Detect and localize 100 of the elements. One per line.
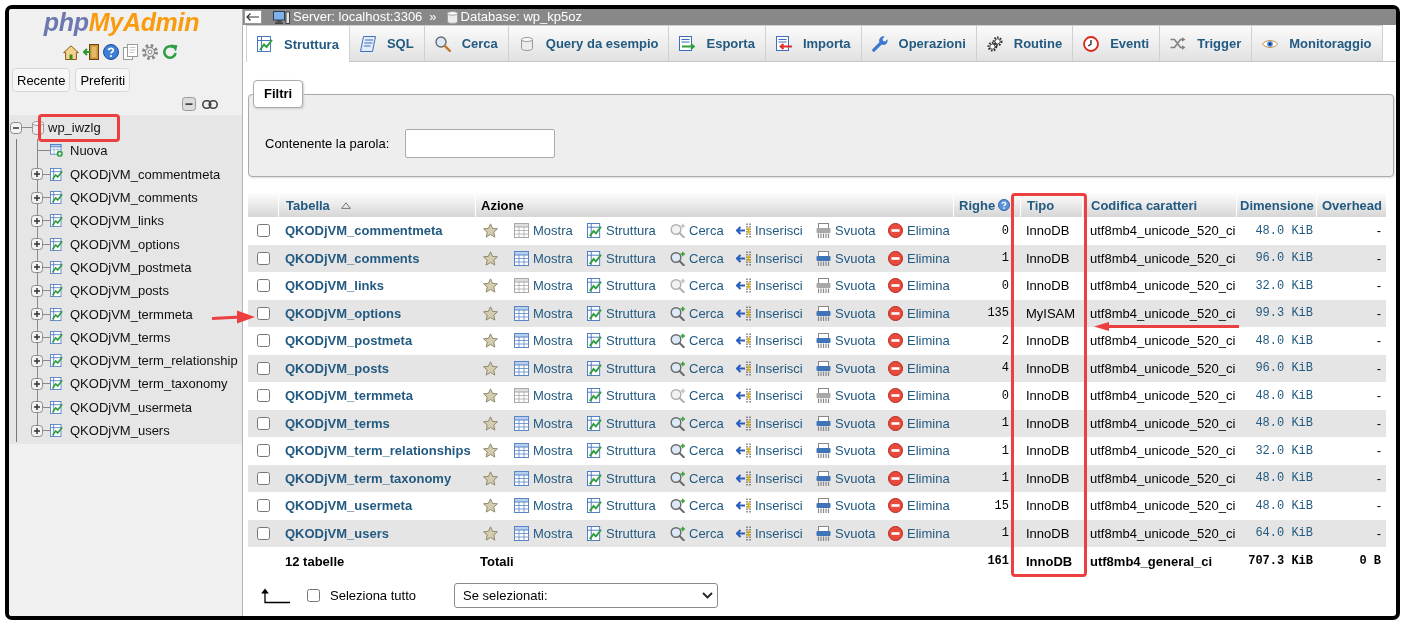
expand-icon[interactable] bbox=[31, 191, 43, 204]
search-link[interactable]: Cerca bbox=[670, 388, 724, 404]
arrow-column-icon[interactable] bbox=[736, 305, 751, 321]
drop-link[interactable]: Elimina bbox=[888, 415, 950, 431]
structure-link[interactable]: Struttura bbox=[587, 278, 656, 294]
table-name-link[interactable]: QKODjVM_terms bbox=[285, 415, 390, 431]
search-field[interactable] bbox=[405, 129, 556, 158]
expand-icon[interactable] bbox=[31, 261, 43, 274]
grid-chart-icon[interactable] bbox=[50, 400, 63, 414]
structure-link[interactable]: Struttura bbox=[587, 223, 656, 239]
grid-chart-icon[interactable] bbox=[50, 284, 63, 298]
shredder-icon[interactable] bbox=[816, 443, 831, 459]
drop-link[interactable]: Elimina bbox=[888, 443, 950, 459]
arrow-column-icon[interactable] bbox=[736, 250, 751, 266]
minus-circle-icon[interactable] bbox=[888, 443, 903, 459]
star-icon[interactable] bbox=[483, 498, 498, 514]
table-link[interactable]: QKODjVM_users bbox=[70, 423, 170, 438]
table-size-link[interactable]: 99.3 KiB bbox=[1255, 306, 1313, 321]
minus-circle-icon[interactable] bbox=[888, 278, 903, 294]
expand-icon[interactable] bbox=[31, 238, 43, 251]
table-size-link[interactable]: 48.0 KiB bbox=[1255, 223, 1313, 238]
table-link[interactable]: QKODjVM_comments bbox=[70, 190, 198, 206]
shredder-icon[interactable] bbox=[816, 223, 831, 239]
grid-chart-icon[interactable] bbox=[50, 191, 63, 205]
expand-icon[interactable] bbox=[31, 377, 43, 390]
tab[interactable]: Esporta bbox=[669, 25, 766, 61]
select-all-label[interactable]: Seleziona tutto bbox=[330, 588, 416, 603]
search-link[interactable]: Cerca bbox=[670, 415, 724, 431]
arrow-column-icon[interactable] bbox=[736, 333, 751, 349]
grid-chart-icon[interactable] bbox=[50, 260, 63, 274]
table-name-link[interactable]: QKODjVM_users bbox=[285, 525, 390, 541]
table-link[interactable]: QKODjVM_termmeta bbox=[70, 306, 193, 322]
row-checkbox[interactable] bbox=[256, 499, 270, 513]
grid-chart-icon[interactable] bbox=[587, 388, 602, 404]
grid-chart-icon[interactable] bbox=[587, 470, 602, 486]
arrow-column-icon[interactable] bbox=[736, 525, 751, 541]
empty-link[interactable]: Svuota bbox=[816, 470, 876, 486]
table-size-link[interactable]: 96.0 KiB bbox=[1255, 251, 1313, 266]
drop-link[interactable]: Elimina bbox=[888, 223, 950, 239]
table-size-link[interactable]: 48.0 KiB bbox=[1255, 498, 1313, 513]
shredder-icon[interactable] bbox=[816, 333, 831, 349]
star-icon[interactable] bbox=[483, 443, 498, 459]
minus-circle-icon[interactable] bbox=[888, 333, 903, 349]
column-header[interactable]: Dimensione bbox=[1240, 197, 1314, 213]
drop-link[interactable]: Elimina bbox=[888, 470, 950, 486]
table-icon[interactable] bbox=[514, 360, 529, 376]
browse-link[interactable]: Mostra bbox=[514, 223, 573, 239]
expand-icon[interactable] bbox=[31, 424, 43, 437]
empty-link[interactable]: Svuota bbox=[816, 415, 876, 431]
table-icon[interactable] bbox=[514, 305, 529, 321]
drop-link[interactable]: Elimina bbox=[888, 498, 950, 514]
magnifier-plus-icon[interactable] bbox=[670, 360, 685, 376]
table-icon[interactable] bbox=[514, 498, 529, 514]
expand-icon[interactable] bbox=[31, 168, 43, 181]
browse-link[interactable]: Mostra bbox=[514, 360, 573, 376]
structure-link[interactable]: Struttura bbox=[587, 250, 656, 266]
tab[interactable]: Operazioni bbox=[861, 25, 977, 61]
minus-circle-icon[interactable] bbox=[888, 223, 903, 239]
insert-link[interactable]: Inserisci bbox=[736, 278, 803, 294]
structure-link[interactable]: Struttura bbox=[587, 443, 656, 459]
table-name-link[interactable]: QKODjVM_links bbox=[285, 278, 384, 294]
grid-chart-icon[interactable] bbox=[587, 223, 602, 239]
star-icon[interactable] bbox=[483, 305, 498, 321]
table-size-link[interactable]: 96.0 KiB bbox=[1255, 361, 1313, 376]
shredder-icon[interactable] bbox=[816, 360, 831, 376]
star-icon[interactable] bbox=[483, 470, 498, 486]
search-link[interactable]: Cerca bbox=[670, 443, 724, 459]
row-checkbox[interactable] bbox=[256, 224, 270, 238]
insert-link[interactable]: Inserisci bbox=[736, 360, 803, 376]
search-link[interactable]: Cerca bbox=[670, 250, 724, 266]
grid-chart-icon[interactable] bbox=[50, 424, 63, 437]
table-size-link[interactable]: 48.0 KiB bbox=[1255, 471, 1313, 486]
empty-link[interactable]: Svuota bbox=[816, 498, 876, 514]
column-header[interactable]: Tabella bbox=[286, 197, 330, 213]
grid-chart-icon[interactable] bbox=[587, 250, 602, 266]
star-icon[interactable] bbox=[483, 525, 498, 541]
minus-circle-icon[interactable] bbox=[888, 305, 903, 321]
table-name-link[interactable]: QKODjVM_postmeta bbox=[285, 333, 413, 349]
table-size-link[interactable]: 32.0 KiB bbox=[1255, 443, 1313, 458]
expand-icon[interactable] bbox=[31, 401, 43, 414]
tab[interactable]: Eventi bbox=[1073, 25, 1161, 61]
empty-link[interactable]: Svuota bbox=[816, 250, 876, 266]
sort-ascending-icon[interactable] bbox=[340, 201, 351, 209]
search-link[interactable]: Cerca bbox=[670, 223, 724, 239]
table-icon[interactable] bbox=[514, 278, 529, 294]
structure-link[interactable]: Struttura bbox=[587, 360, 656, 376]
favorites-button[interactable]: Preferiti bbox=[75, 68, 131, 92]
search-link[interactable]: Cerca bbox=[670, 498, 724, 514]
structure-link[interactable]: Struttura bbox=[587, 415, 656, 431]
grid-chart-icon[interactable] bbox=[50, 167, 63, 181]
browse-link[interactable]: Mostra bbox=[514, 470, 573, 486]
row-checkbox[interactable] bbox=[256, 526, 270, 540]
table-name-link[interactable]: QKODjVM_commentmeta bbox=[285, 223, 443, 239]
star-icon[interactable] bbox=[483, 278, 498, 294]
database-link[interactable]: wp_iwzlg bbox=[48, 120, 101, 136]
grid-chart-icon[interactable] bbox=[50, 354, 63, 368]
magnifier-plus-icon[interactable] bbox=[670, 470, 685, 486]
minus-circle-icon[interactable] bbox=[888, 388, 903, 404]
table-size-link[interactable]: 48.0 KiB bbox=[1255, 388, 1313, 403]
tab[interactable]: SQL bbox=[349, 25, 425, 61]
